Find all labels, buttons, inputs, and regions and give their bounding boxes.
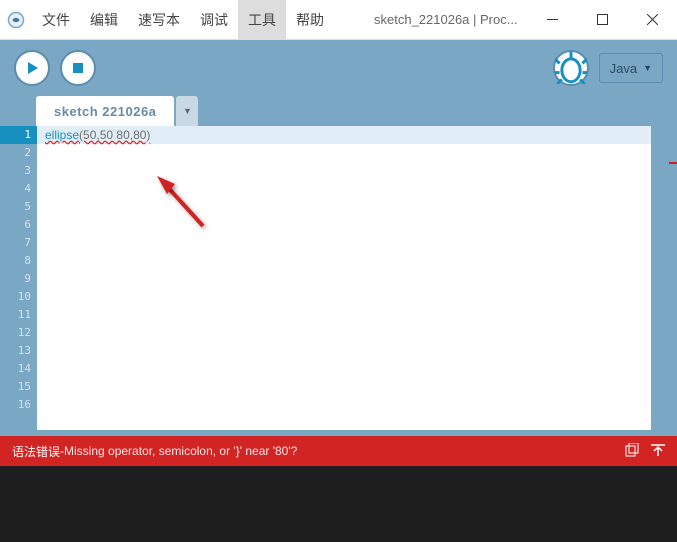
line-number[interactable]: 15 [0,378,37,396]
close-button[interactable] [627,0,677,40]
status-label: 语法错误 [12,443,60,460]
app-icon [0,0,32,40]
tab-dropdown[interactable]: ▼ [176,96,198,126]
line-number[interactable]: 3 [0,162,37,180]
window-title: sketch_221026a | Proc... [334,12,527,27]
chevron-down-icon: ▼ [643,63,652,73]
line-number[interactable]: 2 [0,144,37,162]
menu-item[interactable]: 编辑 [80,0,128,40]
menu-item[interactable]: 调试 [190,0,238,40]
right-gutter [651,126,677,430]
console[interactable] [0,466,677,542]
line-number[interactable]: 6 [0,216,37,234]
menu-item[interactable]: 速写本 [128,0,190,40]
line-number[interactable]: 14 [0,360,37,378]
line-number[interactable]: 11 [0,306,37,324]
menu-item[interactable]: 帮助 [286,0,334,40]
line-number[interactable]: 10 [0,288,37,306]
code-token-fn: ellipse [45,128,79,142]
line-number[interactable]: 9 [0,270,37,288]
tab-label: sketch 221026a [54,104,156,119]
line-number[interactable]: 12 [0,324,37,342]
toolbar: Java ▼ [0,40,677,96]
menu-item[interactable]: 工具 [238,0,286,40]
annotation-arrow-icon [155,174,215,234]
tab-sketch[interactable]: sketch 221026a [36,96,174,126]
line-number[interactable]: 13 [0,342,37,360]
line-gutter: 12345678910111213141516 [0,126,37,430]
line-number[interactable]: 7 [0,234,37,252]
menu-item[interactable]: 文件 [32,0,80,40]
status-bar: 语法错误 - Missing operator, semicolon, or '… [0,436,677,466]
debug-button[interactable] [553,50,589,86]
line-number[interactable]: 16 [0,396,37,414]
code-area[interactable]: ellipse(50,50 80,80) [37,126,651,430]
line-number[interactable]: 4 [0,180,37,198]
mode-label: Java [610,61,637,76]
mode-select[interactable]: Java ▼ [599,53,663,83]
minimize-button[interactable] [527,0,577,40]
copy-error-button[interactable] [625,443,639,460]
maximize-button[interactable] [577,0,627,40]
line-number[interactable]: 1 [0,126,37,144]
collapse-console-button[interactable] [651,443,665,460]
status-message: Missing operator, semicolon, or '}' near… [64,444,297,458]
menubar: 文件编辑速写本调试工具帮助 sketch_221026a | Proc... [0,0,677,40]
code-token-args: (50,50 80,80) [79,128,150,142]
stop-button[interactable] [60,50,96,86]
editor: 12345678910111213141516 ellipse(50,50 80… [0,126,677,430]
line-number[interactable]: 8 [0,252,37,270]
line-number[interactable]: 5 [0,198,37,216]
tabbar: sketch 221026a ▼ [0,96,677,126]
run-button[interactable] [14,50,50,86]
code-line: ellipse(50,50 80,80) [37,126,651,144]
error-marker[interactable] [669,162,677,164]
